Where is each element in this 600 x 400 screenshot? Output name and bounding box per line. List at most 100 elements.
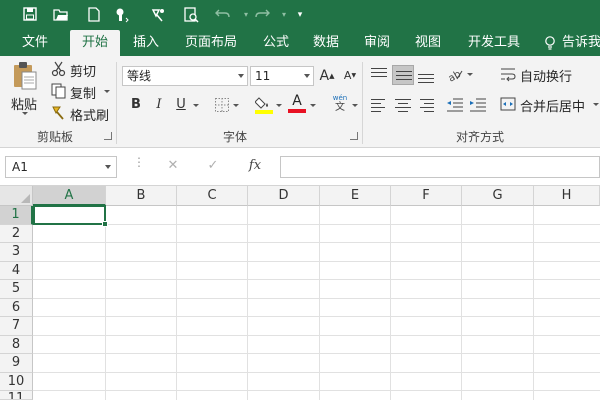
undo-dropdown-icon[interactable]: ▾ bbox=[238, 7, 254, 23]
gridline bbox=[33, 242, 600, 243]
row-header-11[interactable]: 11 bbox=[0, 391, 33, 400]
paste-dropdown-icon[interactable] bbox=[22, 112, 28, 115]
underline-dropdown-icon[interactable] bbox=[193, 104, 199, 107]
tab-developer[interactable]: 开发工具 bbox=[458, 30, 530, 56]
bold-button[interactable]: B bbox=[127, 96, 145, 114]
row-header-5[interactable]: 5 bbox=[0, 280, 33, 299]
row-header-10[interactable]: 10 bbox=[0, 373, 33, 391]
font-color-icon[interactable]: A bbox=[288, 94, 306, 114]
underline-button[interactable]: U bbox=[172, 96, 190, 114]
column-header-d[interactable]: D bbox=[248, 186, 320, 206]
align-right-icon[interactable] bbox=[417, 96, 435, 114]
row-header-4[interactable]: 4 bbox=[0, 262, 33, 280]
borders-icon[interactable] bbox=[214, 97, 230, 113]
select-all-button[interactable] bbox=[0, 186, 33, 206]
format-painter-icon[interactable] bbox=[150, 7, 166, 23]
fill-color-dropdown-icon[interactable] bbox=[276, 104, 282, 107]
font-color-dropdown-icon[interactable] bbox=[310, 104, 316, 107]
tab-data[interactable]: 数据 bbox=[304, 30, 348, 56]
fill-handle[interactable] bbox=[102, 221, 108, 227]
shrink-font-button[interactable]: A▼ bbox=[341, 67, 359, 85]
tab-insert[interactable]: 插入 bbox=[124, 30, 168, 56]
font-name-select[interactable]: 等线 bbox=[122, 66, 248, 86]
open-folder-icon[interactable] bbox=[53, 7, 69, 23]
phonetic-dropdown-icon[interactable] bbox=[352, 104, 358, 107]
gridline bbox=[105, 206, 106, 400]
font-size-select[interactable]: 11 bbox=[250, 66, 314, 86]
paste-button[interactable]: 粘贴 bbox=[11, 94, 37, 113]
name-box[interactable]: A1 bbox=[5, 156, 117, 178]
row-header-2[interactable]: 2 bbox=[0, 225, 33, 243]
insert-function-icon[interactable]: fx bbox=[245, 158, 265, 174]
redo-icon[interactable] bbox=[254, 7, 270, 23]
increase-indent-icon[interactable] bbox=[469, 96, 487, 114]
font-name-value: 等线 bbox=[127, 69, 152, 83]
merge-center-button[interactable]: 合并后居中 bbox=[520, 96, 585, 115]
merge-center-dropdown-icon[interactable] bbox=[593, 103, 599, 106]
align-left-icon[interactable] bbox=[370, 96, 388, 114]
drag-handle-icon[interactable]: ⋮ bbox=[133, 156, 145, 174]
new-file-icon[interactable] bbox=[86, 7, 102, 23]
grow-font-button[interactable]: A▲ bbox=[318, 67, 336, 85]
orientation-icon[interactable]: ab bbox=[447, 66, 465, 85]
chevron-down-icon bbox=[105, 165, 111, 169]
paste-icon[interactable] bbox=[12, 60, 38, 92]
print-preview-icon[interactable] bbox=[183, 7, 199, 23]
decrease-indent-icon[interactable] bbox=[446, 96, 464, 114]
column-header-g[interactable]: G bbox=[462, 186, 534, 206]
italic-button[interactable]: I bbox=[150, 96, 168, 114]
tab-page-layout[interactable]: 页面布局 bbox=[176, 30, 246, 56]
wrap-text-button[interactable]: 自动换行 bbox=[520, 66, 572, 85]
format-painter-button[interactable]: 格式刷 bbox=[70, 105, 109, 124]
column-header-h[interactable]: H bbox=[534, 186, 600, 206]
customize-qat-icon[interactable]: ▾ bbox=[292, 7, 308, 23]
column-header-b[interactable]: B bbox=[106, 186, 177, 206]
gridline bbox=[33, 298, 600, 299]
touch-mode-icon[interactable] bbox=[114, 7, 130, 23]
fill-color-icon[interactable] bbox=[254, 94, 273, 114]
tab-file[interactable]: 文件 bbox=[12, 30, 58, 56]
row-header-8[interactable]: 8 bbox=[0, 336, 33, 354]
column-header-f[interactable]: F bbox=[391, 186, 462, 206]
row-header-9[interactable]: 9 bbox=[0, 354, 33, 373]
column-header-e[interactable]: E bbox=[320, 186, 391, 206]
enter-icon[interactable]: ✓ bbox=[205, 158, 221, 174]
formula-bar: A1 ⋮ ✕ ✓ fx bbox=[0, 148, 600, 186]
align-bottom-icon[interactable] bbox=[417, 66, 435, 84]
formula-input[interactable] bbox=[280, 156, 600, 178]
align-middle-icon[interactable] bbox=[392, 65, 414, 85]
undo-icon[interactable] bbox=[215, 7, 231, 23]
row-header-3[interactable]: 3 bbox=[0, 243, 33, 262]
align-center-icon[interactable] bbox=[394, 96, 412, 114]
font-launcher-icon[interactable] bbox=[350, 132, 358, 140]
redo-dropdown-icon[interactable]: ▾ bbox=[276, 7, 292, 23]
cancel-icon[interactable]: ✕ bbox=[165, 158, 181, 174]
cut-button[interactable]: 剪切 bbox=[70, 61, 96, 80]
gridline bbox=[33, 335, 600, 336]
active-cell-a1[interactable] bbox=[33, 205, 106, 225]
copy-button[interactable]: 复制 bbox=[70, 83, 96, 102]
copy-dropdown-icon[interactable] bbox=[104, 90, 110, 93]
phonetic-guide-icon[interactable]: wén 文 bbox=[330, 95, 350, 114]
orientation-dropdown-icon[interactable] bbox=[467, 73, 473, 76]
row-header-7[interactable]: 7 bbox=[0, 317, 33, 336]
worksheet-grid[interactable]: A B C D E F G H 1 2 3 4 5 6 7 8 9 10 11 bbox=[0, 186, 600, 400]
tab-formulas[interactable]: 公式 bbox=[254, 30, 298, 56]
tab-view[interactable]: 视图 bbox=[406, 30, 450, 56]
ribbon-tab-bar: 文件 开始 插入 页面布局 公式 数据 审阅 视图 开发工具 告诉我 bbox=[0, 30, 600, 56]
clipboard-launcher-icon[interactable] bbox=[104, 132, 112, 140]
gridline bbox=[33, 372, 600, 373]
align-top-icon[interactable] bbox=[370, 66, 388, 84]
column-header-a[interactable]: A bbox=[33, 186, 106, 206]
save-icon[interactable] bbox=[22, 7, 38, 23]
tab-review[interactable]: 审阅 bbox=[355, 30, 399, 56]
tab-home[interactable]: 开始 bbox=[70, 30, 120, 56]
alignment-group-label: 对齐方式 bbox=[455, 130, 504, 144]
column-header-c[interactable]: C bbox=[177, 186, 248, 206]
tell-me-search[interactable]: 告诉我 bbox=[562, 30, 600, 56]
borders-dropdown-icon[interactable] bbox=[233, 104, 239, 107]
chevron-down-icon bbox=[304, 74, 310, 78]
row-header-6[interactable]: 6 bbox=[0, 299, 33, 317]
row-header-1[interactable]: 1 bbox=[0, 206, 33, 225]
merge-center-icon bbox=[500, 96, 516, 112]
